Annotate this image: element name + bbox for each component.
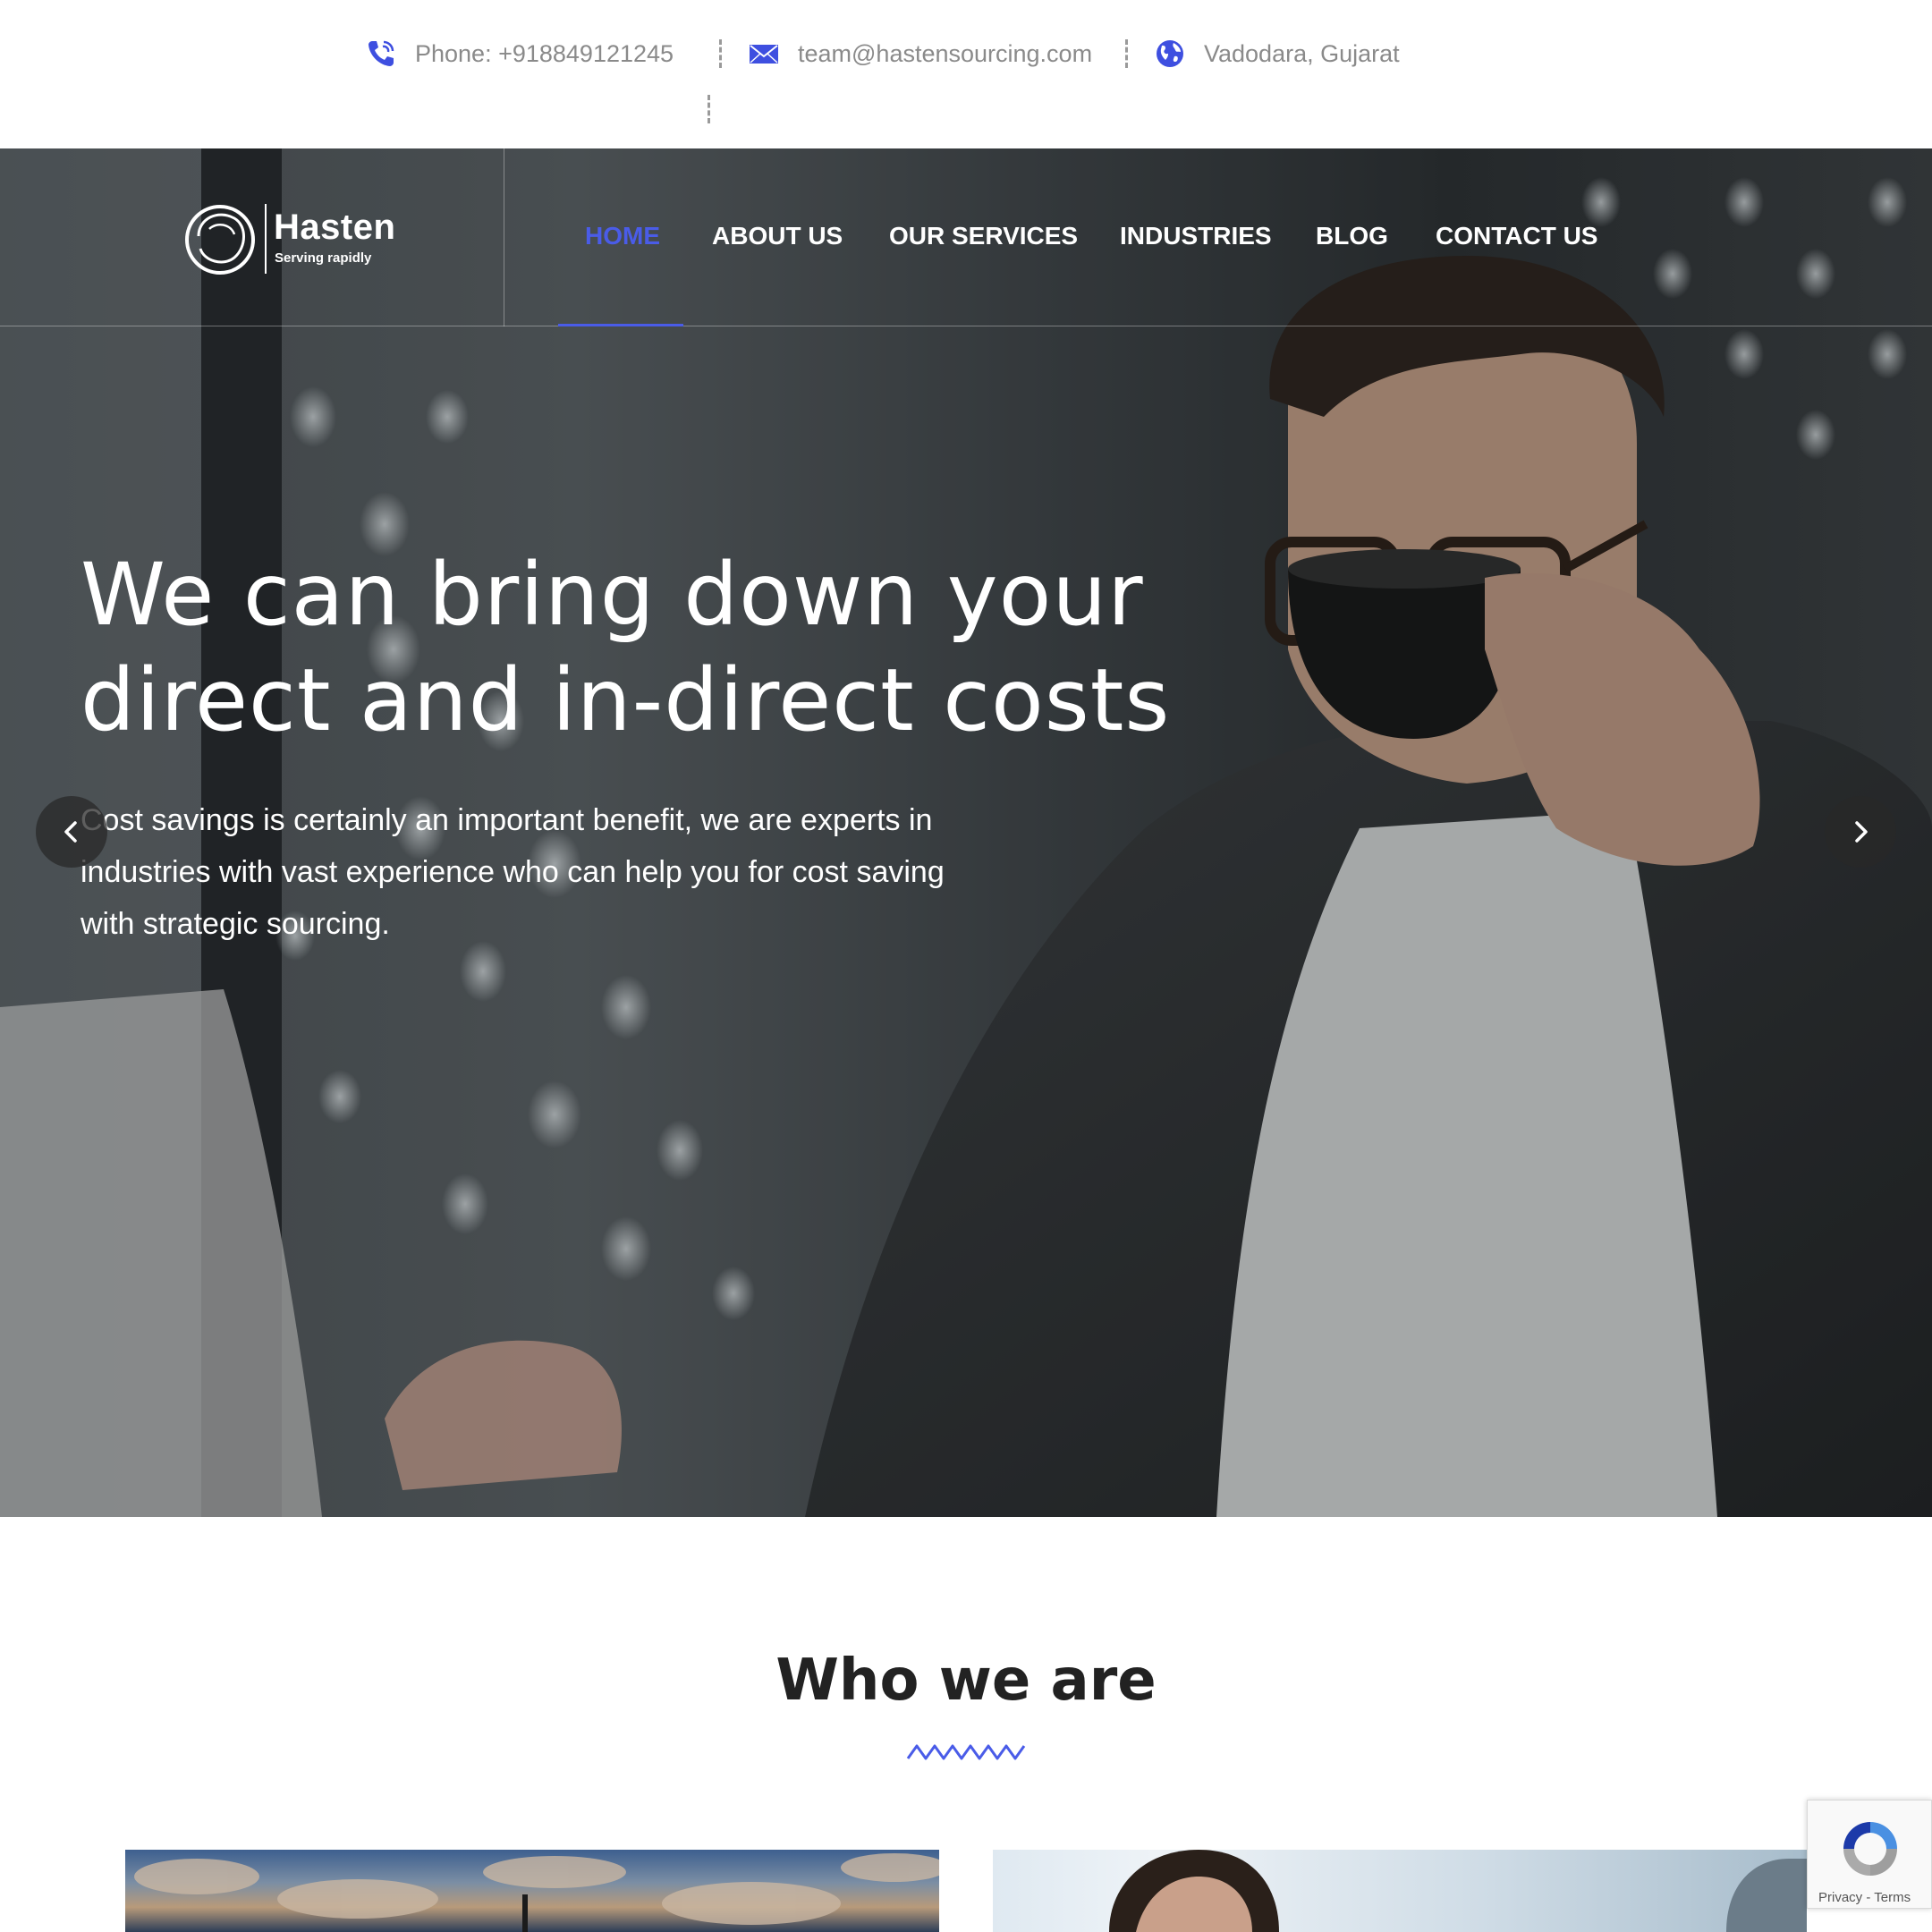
recaptcha-links[interactable]: Privacy - Terms: [1818, 1890, 1911, 1905]
contact-email[interactable]: team@hastensourcing.com: [748, 36, 1092, 72]
active-nav-indicator: [558, 324, 683, 326]
about-image-left: [125, 1850, 939, 1932]
section-title: Who we are: [775, 1648, 1157, 1714]
hero-title-line2: direct and in-direct costs: [80, 650, 1171, 750]
hero-slider: Hasten Serving rapidly HOME ABOUT US OUR…: [0, 148, 1932, 1517]
hero-subtitle-line3: with strategic sourcing.: [80, 907, 390, 941]
divider: [719, 39, 722, 68]
phone-text: Phone: +918849121245: [415, 39, 674, 67]
globe-icon: [1157, 40, 1183, 67]
recaptcha-badge[interactable]: Privacy - Terms: [1807, 1800, 1932, 1909]
slider-next-button[interactable]: [1825, 796, 1896, 868]
phone-icon: [369, 40, 394, 66]
about-image-right: [993, 1850, 1807, 1932]
email-text: team@hastensourcing.com: [798, 39, 1093, 67]
nav-our-services[interactable]: OUR SERVICES: [889, 222, 1078, 250]
chevron-right-icon: [1855, 821, 1868, 843]
contact-location: Vadodara, Gujarat: [1154, 36, 1400, 72]
nav-about-us[interactable]: ABOUT US: [712, 222, 843, 250]
location-text: Vadodara, Gujarat: [1204, 39, 1400, 67]
nav-contact-us[interactable]: CONTACT US: [1436, 222, 1597, 250]
hero-title: We can bring down your direct and in-dir…: [80, 542, 1279, 753]
envelope-icon: [750, 45, 778, 64]
people-photo: [1109, 1850, 1807, 1932]
contact-phone[interactable]: Phone: +918849121245: [365, 36, 674, 72]
zigzag-divider-icon: [906, 1744, 1026, 1760]
nav-industries[interactable]: INDUSTRIES: [1120, 222, 1272, 250]
hero-subtitle-line2: industries with vast experience who can …: [80, 855, 945, 889]
divider: [1125, 39, 1128, 68]
hero-subtitle: Cost savings is certainly an important b…: [80, 794, 1046, 950]
chevron-left-icon: [64, 821, 77, 843]
main-nav: HOME ABOUT US OUR SERVICES INDUSTRIES BL…: [0, 222, 1932, 258]
slider-prev-button[interactable]: [36, 796, 107, 868]
hero-title-line1: We can bring down your: [80, 545, 1144, 645]
sky-photo: [134, 1853, 939, 1932]
recaptcha-icon: [1843, 1822, 1897, 1876]
nav-home[interactable]: HOME: [585, 222, 660, 250]
top-contact-bar: Phone: +918849121245 team@hastensourcing…: [0, 0, 1932, 148]
hero-subtitle-line1: Cost savings is certainly an important b…: [80, 803, 933, 837]
divider: [708, 95, 710, 123]
nav-blog[interactable]: BLOG: [1316, 222, 1388, 250]
